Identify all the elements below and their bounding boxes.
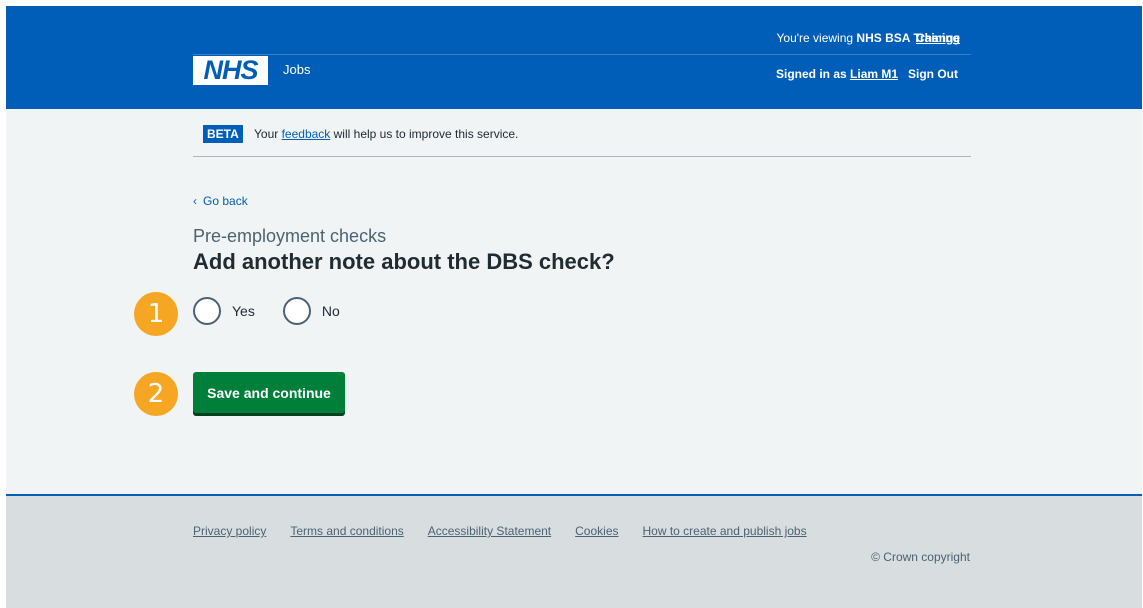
save-and-continue-button[interactable]: Save and continue bbox=[193, 372, 345, 413]
radio-option-yes[interactable]: Yes bbox=[193, 297, 255, 325]
site-footer: Privacy policy Terms and conditions Acce… bbox=[6, 494, 1142, 608]
radio-yes-label[interactable]: Yes bbox=[232, 303, 255, 319]
beta-text-before: Your bbox=[254, 127, 279, 141]
viewing-prefix: You're viewing bbox=[776, 31, 854, 45]
go-back-label: Go back bbox=[203, 194, 248, 208]
beta-message: Your feedback will help us to improve th… bbox=[254, 127, 518, 141]
radio-yes-button[interactable] bbox=[193, 297, 221, 325]
service-name: Jobs bbox=[283, 62, 311, 77]
radio-no-label[interactable]: No bbox=[322, 303, 340, 319]
header-divider bbox=[193, 54, 971, 55]
step-marker-1: 1 bbox=[134, 292, 178, 336]
page-title: Add another note about the DBS check? bbox=[193, 249, 615, 274]
radio-option-no[interactable]: No bbox=[282, 297, 340, 325]
sign-out-link[interactable]: Sign Out bbox=[908, 67, 958, 81]
page-frame: You're viewing NHS BSA Training Change N… bbox=[6, 6, 1142, 608]
chevron-left-icon: ‹ bbox=[193, 194, 197, 208]
user-account-link[interactable]: Liam M1 bbox=[850, 67, 898, 81]
go-back-link[interactable]: ‹ Go back bbox=[193, 194, 248, 208]
footer-link-terms[interactable]: Terms and conditions bbox=[290, 524, 403, 538]
footer-link-accessibility[interactable]: Accessibility Statement bbox=[428, 524, 551, 538]
nhs-logo[interactable]: NHS bbox=[193, 56, 268, 85]
feedback-link[interactable]: feedback bbox=[282, 127, 331, 141]
beta-banner: BETA Your feedback will help us to impro… bbox=[193, 109, 971, 157]
footer-link-cookies[interactable]: Cookies bbox=[575, 524, 618, 538]
beta-tag: BETA bbox=[203, 125, 243, 143]
signed-in-status: Signed in as Liam M1 bbox=[776, 67, 898, 81]
signed-in-prefix: Signed in as bbox=[776, 67, 847, 81]
copyright-notice: © Crown copyright bbox=[871, 550, 970, 564]
footer-links: Privacy policy Terms and conditions Acce… bbox=[193, 524, 807, 538]
radio-no-button[interactable] bbox=[282, 297, 311, 325]
footer-link-how-to-publish[interactable]: How to create and publish jobs bbox=[643, 524, 807, 538]
page-caption: Pre-employment checks bbox=[193, 226, 387, 246]
site-header: You're viewing NHS BSA Training Change N… bbox=[6, 6, 1142, 109]
add-note-radio-group: Yes No bbox=[193, 297, 368, 325]
step-marker-2: 2 bbox=[134, 372, 178, 416]
change-organisation-link[interactable]: Change bbox=[916, 31, 960, 45]
nhs-logo-text: NHS bbox=[203, 55, 258, 85]
footer-link-privacy-policy[interactable]: Privacy policy bbox=[193, 524, 266, 538]
beta-text-after: will help us to improve this service. bbox=[333, 127, 519, 141]
